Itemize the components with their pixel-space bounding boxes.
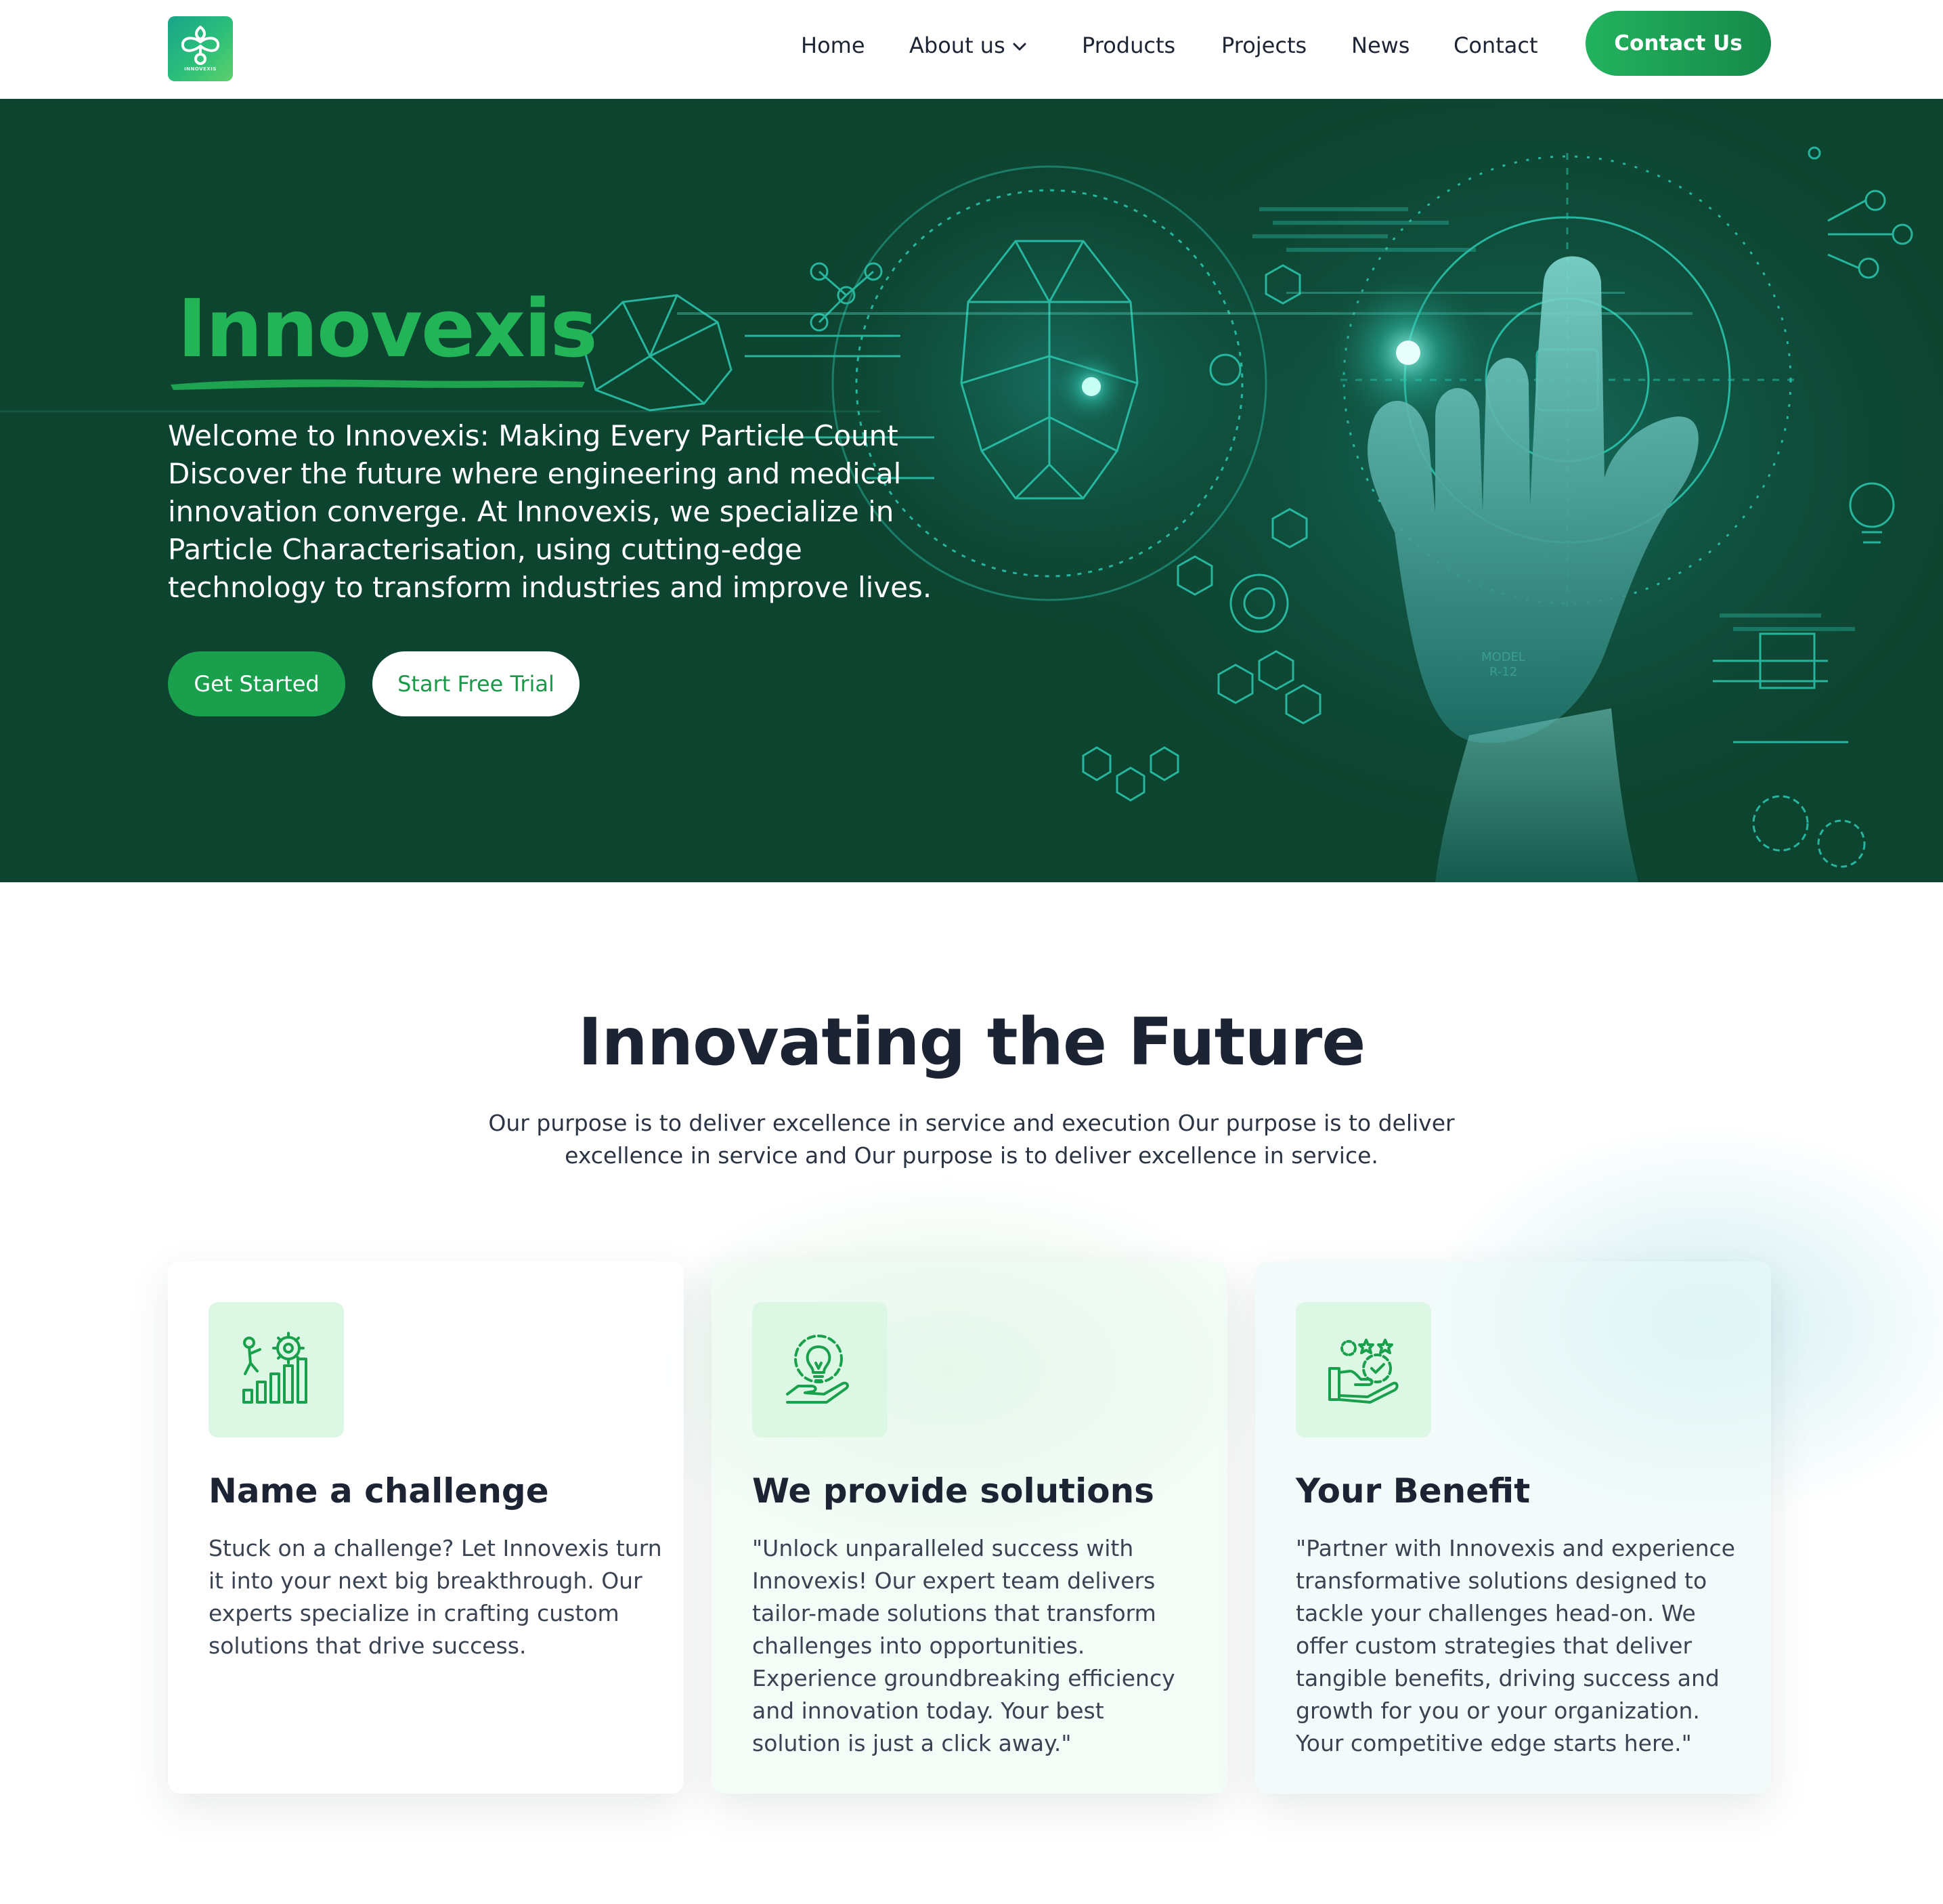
nav-about-us-label: About us (909, 33, 1005, 58)
nav-about-us[interactable]: About us (909, 33, 1028, 58)
hand-badge-stars-icon (1328, 1339, 1399, 1404)
start-free-trial-button[interactable]: Start Free Trial (372, 651, 580, 716)
subtitle-line: Our purpose is to deliver excellence in … (488, 1110, 1455, 1136)
feature-card-challenge: Name a challenge Stuck on a challenge? L… (168, 1261, 684, 1794)
section-title: Innovating the Future (577, 1004, 1366, 1080)
card-title: Name a challenge (209, 1471, 549, 1511)
hero-line: technology to transform industries and i… (168, 571, 932, 604)
card-icon-box (752, 1302, 888, 1437)
hero-section: MODEL R-12 Innovexis Welcome to Innovexi… (0, 99, 1943, 882)
features-section: Innovating the Future Our purpose is to … (0, 882, 1943, 1904)
card-line: tackle your challenges head-on. We (1296, 1600, 1696, 1626)
nav-contact[interactable]: Contact (1454, 33, 1538, 58)
card-line: and innovation today. Your best (752, 1697, 1104, 1724)
card-text: "Partner with Innovexis and experience t… (1296, 1532, 1756, 1760)
subtitle-line: excellence in service and Our purpose is… (565, 1142, 1378, 1169)
nav-products[interactable]: Products (1082, 33, 1175, 58)
hero-description: Welcome to Innovexis: Making Every Parti… (168, 417, 932, 607)
svg-text:MODEL: MODEL (1481, 650, 1525, 664)
card-line: challenges into opportunities. (752, 1632, 1085, 1659)
card-icon-box (209, 1302, 344, 1437)
get-started-button[interactable]: Get Started (168, 651, 345, 716)
card-line: Experience groundbreaking efficiency (752, 1665, 1175, 1691)
card-line: "Partner with Innovexis and experience (1296, 1535, 1735, 1561)
card-line: tailor-made solutions that transform (752, 1600, 1156, 1626)
card-line: Innovexis! Our expert team delivers (752, 1567, 1156, 1594)
card-line: tangible benefits, driving success and (1296, 1665, 1720, 1691)
card-line: Stuck on a challenge? Let Innovexis turn (209, 1535, 662, 1561)
card-title: We provide solutions (752, 1471, 1154, 1511)
card-line: Your competitive edge starts here." (1296, 1730, 1692, 1756)
feature-card-solutions: We provide solutions "Unlock unparallele… (712, 1261, 1227, 1794)
card-line: offer custom strategies that deliver (1296, 1632, 1693, 1659)
chevron-down-icon (1013, 43, 1026, 51)
card-text: "Unlock unparalleled success with Innove… (752, 1532, 1213, 1760)
top-navbar: INNOVEXIS Home About us Products Project… (0, 0, 1943, 99)
card-line: "Unlock unparalleled success with (752, 1535, 1134, 1561)
card-line: transformative solutions designed to (1296, 1567, 1707, 1594)
svg-text:R-12: R-12 (1489, 665, 1517, 679)
hero-line: Discover the future where engineering an… (168, 457, 902, 490)
growth-chart-gear-icon (242, 1332, 307, 1404)
hero-line: Welcome to Innovexis: Making Every Parti… (168, 419, 898, 452)
card-text: Stuck on a challenge? Let Innovexis turn… (209, 1532, 669, 1662)
feature-card-benefit: Your Benefit "Partner with Innovexis and… (1255, 1261, 1771, 1794)
hero-line: Particle Characterisation, using cutting… (168, 533, 802, 566)
brand-logo[interactable]: INNOVEXIS (168, 16, 233, 81)
contact-us-button[interactable]: Contact Us (1586, 11, 1771, 76)
nav-projects[interactable]: Projects (1221, 33, 1307, 58)
card-line: growth for you or your organization. (1296, 1697, 1700, 1724)
card-line: solutions that drive success. (209, 1632, 527, 1659)
card-line: solution is just a click away." (752, 1730, 1072, 1756)
nav-news[interactable]: News (1351, 33, 1410, 58)
card-icon-box (1296, 1302, 1431, 1437)
card-title: Your Benefit (1296, 1471, 1531, 1511)
lightbulb-gear-hand-icon (786, 1335, 849, 1404)
logo-wordmark: INNOVEXIS (184, 66, 217, 72)
card-line: experts specialize in crafting custom (209, 1600, 619, 1626)
title-underline-brush (171, 379, 585, 390)
hero-line: innovation converge. At Innovexis, we sp… (168, 495, 894, 528)
section-subtitle: Our purpose is to deliver excellence in … (440, 1107, 1503, 1172)
nav-home[interactable]: Home (801, 33, 865, 58)
hero-title: Innovexis (177, 282, 598, 375)
card-line: it into your next big breakthrough. Our (209, 1567, 642, 1594)
